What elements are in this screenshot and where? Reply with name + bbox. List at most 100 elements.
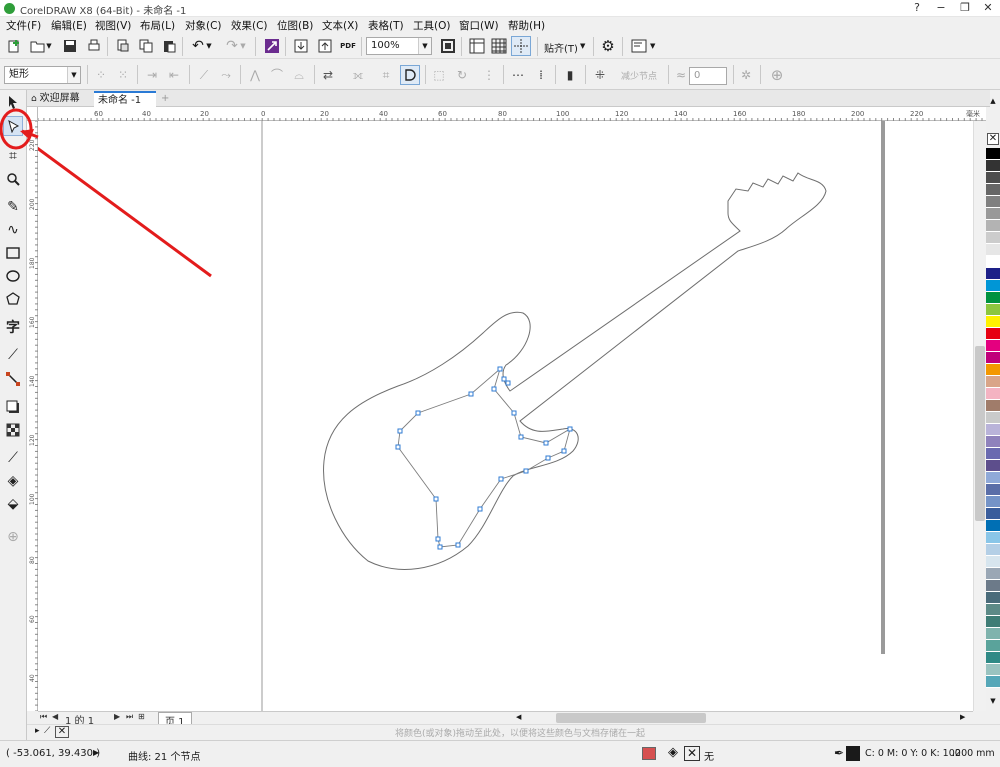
shape-type-select[interactable]: 矩形 ▼ xyxy=(4,66,81,84)
tab-untitled-1[interactable]: 未命名 -1 xyxy=(94,91,156,107)
cut-icon[interactable] xyxy=(113,36,133,56)
undo-list-chevron-icon[interactable]: ▼ xyxy=(204,36,214,56)
outline-color-swatch[interactable] xyxy=(846,746,860,761)
zoom-tool-icon[interactable] xyxy=(3,169,23,189)
no-color-swatch[interactable]: ✕ xyxy=(987,133,999,145)
color-swatch[interactable] xyxy=(986,532,1000,544)
color-swatch[interactable] xyxy=(986,148,1000,160)
copy-icon[interactable] xyxy=(136,36,156,56)
vertical-ruler[interactable]: 22020018016014012010080604020 xyxy=(27,120,38,741)
color-swatch[interactable] xyxy=(986,328,1000,340)
curve-node[interactable] xyxy=(505,380,511,386)
help-button[interactable]: ? xyxy=(904,0,930,17)
search-content-icon[interactable] xyxy=(262,36,282,56)
color-swatch[interactable] xyxy=(986,556,1000,568)
parallel-dimension-tool-icon[interactable]: ⟋ xyxy=(3,345,23,365)
interactive-fill-tool-icon[interactable]: ◈ xyxy=(3,471,23,491)
color-swatch[interactable] xyxy=(986,628,1000,640)
menu-tools[interactable]: 工具(O) xyxy=(413,18,450,33)
join-nodes-icon[interactable]: ⇥ xyxy=(143,66,161,84)
minimize-button[interactable]: − xyxy=(928,0,954,17)
status-expand-icon[interactable]: ▶ xyxy=(93,748,99,757)
color-swatch[interactable] xyxy=(986,376,1000,388)
extract-subpath-icon[interactable]: ⌗ xyxy=(377,66,395,84)
last-page-icon[interactable]: ⏭ xyxy=(126,712,133,722)
reverse-direction-icon[interactable]: ⇄ xyxy=(319,66,337,84)
export-icon[interactable] xyxy=(315,36,335,56)
curve-node[interactable] xyxy=(511,410,517,416)
curve-node[interactable] xyxy=(501,376,507,382)
curve-node[interactable] xyxy=(455,542,461,548)
smooth-node-icon[interactable]: ⌒ xyxy=(268,66,286,84)
menu-bitmaps[interactable]: 位图(B) xyxy=(277,18,313,33)
curve-node[interactable] xyxy=(477,506,483,512)
horizontal-reflect-icon[interactable]: ⋯ xyxy=(509,66,527,84)
curve-node[interactable] xyxy=(395,444,401,450)
transparency-tool-icon[interactable] xyxy=(3,420,23,440)
show-grid-icon[interactable] xyxy=(489,36,509,56)
menu-file[interactable]: 文件(F) xyxy=(6,18,41,33)
save-icon[interactable] xyxy=(60,36,80,56)
drawing-canvas[interactable] xyxy=(0,107,973,711)
curve-node[interactable] xyxy=(468,391,474,397)
close-button[interactable]: ✕ xyxy=(975,0,1000,17)
curve-node[interactable] xyxy=(491,386,497,392)
color-swatch[interactable] xyxy=(986,676,1000,688)
curve-node[interactable] xyxy=(397,428,403,434)
color-swatch[interactable] xyxy=(986,292,1000,304)
curve-node[interactable] xyxy=(497,366,503,372)
open-recent-chevron-icon[interactable]: ▼ xyxy=(44,36,54,56)
curve-node[interactable] xyxy=(415,410,421,416)
color-swatch[interactable] xyxy=(986,580,1000,592)
color-swatch[interactable] xyxy=(986,412,1000,424)
color-swatch[interactable] xyxy=(986,364,1000,376)
break-curve-icon[interactable]: ⇤ xyxy=(165,66,183,84)
curve-node[interactable] xyxy=(567,426,573,432)
cusp-node-icon[interactable]: ⋀ xyxy=(246,66,264,84)
full-screen-icon[interactable] xyxy=(438,36,458,56)
add-node-icon[interactable]: ⁘ xyxy=(92,66,110,84)
fill-bucket-icon[interactable]: ◈ xyxy=(668,745,678,760)
outline-pen-icon[interactable]: ✒ xyxy=(834,746,844,760)
scroll-left-icon[interactable]: ◀ xyxy=(516,713,523,723)
vertical-reflect-icon[interactable]: ⁞ xyxy=(532,66,550,84)
text-tool-icon[interactable]: 字 xyxy=(3,317,23,337)
color-swatch[interactable] xyxy=(986,520,1000,532)
menu-text[interactable]: 文本(X) xyxy=(322,18,358,33)
color-swatch[interactable] xyxy=(986,340,1000,352)
new-document-icon[interactable] xyxy=(4,36,24,56)
color-swatch[interactable] xyxy=(986,256,1000,268)
connector-tool-icon[interactable] xyxy=(3,369,23,389)
tab-welcome-screen[interactable]: ⌂ 欢迎屏幕 xyxy=(27,91,93,107)
color-swatch[interactable] xyxy=(986,352,1000,364)
color-swatch[interactable] xyxy=(986,652,1000,664)
polygon-tool-icon[interactable] xyxy=(3,289,23,309)
color-swatch[interactable] xyxy=(986,496,1000,508)
node-settings-icon[interactable]: ✲ xyxy=(737,66,755,84)
fill-none-swatch[interactable]: ✕ xyxy=(684,746,700,761)
curve-node[interactable] xyxy=(543,440,549,446)
show-rulers-icon[interactable] xyxy=(467,36,487,56)
to-line-icon[interactable]: ⟋ xyxy=(195,66,213,84)
color-swatch[interactable] xyxy=(986,400,1000,412)
scroll-right-icon[interactable]: ▶ xyxy=(960,713,967,723)
curve-node[interactable] xyxy=(435,536,441,542)
palette-scroll-up-icon[interactable]: ▲ xyxy=(986,97,1000,107)
elastic-mode-icon[interactable]: ▮ xyxy=(561,66,579,84)
color-swatch[interactable] xyxy=(986,436,1000,448)
menu-layout[interactable]: 布局(L) xyxy=(140,18,175,33)
document-palette-none-swatch[interactable]: ✕ xyxy=(55,726,69,738)
smoothness-input[interactable]: 0 xyxy=(689,67,727,85)
palette-scroll-down-icon[interactable]: ▼ xyxy=(986,697,1000,709)
color-swatch[interactable] xyxy=(986,484,1000,496)
menu-window[interactable]: 窗口(W) xyxy=(459,18,499,33)
color-swatch[interactable] xyxy=(986,280,1000,292)
select-all-nodes-icon[interactable]: ⁜ xyxy=(591,66,609,84)
color-swatch[interactable] xyxy=(986,544,1000,556)
freehand-tool-icon[interactable]: ✎ xyxy=(3,197,23,217)
show-guidelines-icon[interactable] xyxy=(511,36,531,56)
first-page-icon[interactable]: ⏮ xyxy=(40,712,47,722)
launcher-chevron-icon[interactable]: ▼ xyxy=(650,42,655,50)
color-swatch[interactable] xyxy=(986,616,1000,628)
redo-list-chevron-icon[interactable]: ▼ xyxy=(238,36,248,56)
